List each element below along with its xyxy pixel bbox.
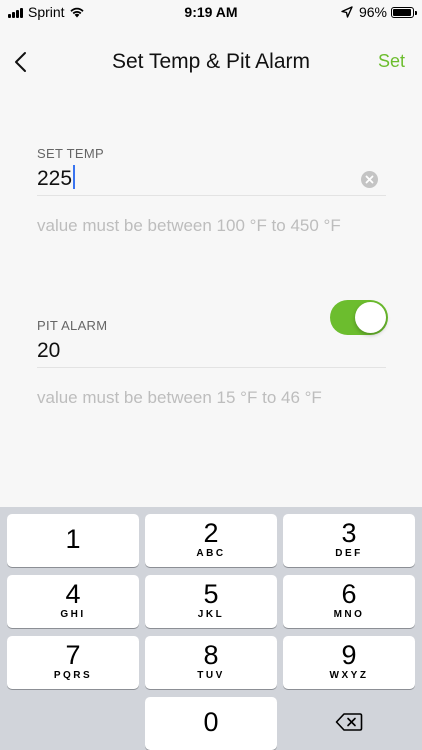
key-0[interactable]: 0 xyxy=(145,697,277,750)
key-digit: 7 xyxy=(65,640,81,670)
set-temp-hint: value must be between 100 °F to 450 °F xyxy=(37,216,341,235)
page-title: Set Temp & Pit Alarm xyxy=(111,50,311,73)
key-5[interactable]: 5 JKL xyxy=(145,575,277,628)
numeric-keypad: 1 2 ABC 3 DEF 4 GHI 5 JKL 6 MNO 7 PQRS 8… xyxy=(0,507,422,750)
set-temp-label: SET TEMP xyxy=(37,146,104,161)
key-letters: PQRS xyxy=(53,670,93,681)
backspace-icon xyxy=(335,713,363,731)
pit-alarm-value: 20 xyxy=(37,339,61,362)
key-digit: 3 xyxy=(341,518,357,548)
pit-alarm-field: PIT ALARM 20 value must be between 15 °F… xyxy=(37,300,388,408)
pit-alarm-hint: value must be between 15 °F to 46 °F xyxy=(37,388,322,407)
key-6[interactable]: 6 MNO xyxy=(283,575,415,628)
key-digit: 1 xyxy=(65,524,81,554)
clear-icon xyxy=(365,175,374,184)
set-temp-value: 225 xyxy=(37,167,73,190)
set-temp-value-wrap: 225 xyxy=(37,165,76,191)
key-2[interactable]: 2 ABC xyxy=(145,514,277,567)
key-8[interactable]: 8 TUV xyxy=(145,636,277,689)
battery-cap xyxy=(415,10,417,15)
delete-key[interactable] xyxy=(283,697,415,750)
key-digit: 9 xyxy=(341,640,357,670)
key-letters: ABC xyxy=(196,548,226,559)
key-digit: 8 xyxy=(203,640,219,670)
text-caret xyxy=(73,165,76,190)
key-letters: TUV xyxy=(197,670,225,681)
navigation-bar: Set Temp & Pit Alarm Set xyxy=(0,40,422,84)
key-letters: JKL xyxy=(197,609,225,620)
battery-percent: 96% xyxy=(358,4,387,20)
key-1[interactable]: 1 xyxy=(7,514,139,567)
key-3[interactable]: 3 DEF xyxy=(283,514,415,567)
key-letters: GHI xyxy=(60,609,86,620)
set-temp-input[interactable]: 225 xyxy=(37,161,386,196)
screen: Sprint 9:19 AM 96% Set Temp & Pit Alarm … xyxy=(0,0,422,750)
status-right: 96% xyxy=(341,4,417,20)
pit-alarm-toggle[interactable] xyxy=(330,300,388,335)
key-digit: 0 xyxy=(203,707,219,737)
set-temp-field: SET TEMP 225 value must be between 100 °… xyxy=(37,146,386,236)
clear-input-button[interactable] xyxy=(361,171,378,188)
key-digit: 5 xyxy=(203,579,219,609)
key-letters: DEF xyxy=(335,548,363,559)
key-4[interactable]: 4 GHI xyxy=(7,575,139,628)
key-letters: WXYZ xyxy=(329,670,369,681)
key-7[interactable]: 7 PQRS xyxy=(7,636,139,689)
key-digit: 6 xyxy=(341,579,357,609)
key-9[interactable]: 9 WXYZ xyxy=(283,636,415,689)
battery-fill xyxy=(393,8,412,16)
toggle-knob xyxy=(355,302,386,333)
battery-icon xyxy=(391,6,417,18)
location-arrow-icon xyxy=(341,6,353,18)
pit-alarm-input[interactable]: 20 xyxy=(37,333,386,368)
key-digit: 4 xyxy=(65,579,81,609)
key-letters: MNO xyxy=(333,609,365,620)
key-digit: 2 xyxy=(203,518,219,548)
set-button[interactable]: Set xyxy=(378,51,405,72)
status-bar: Sprint 9:19 AM 96% xyxy=(0,0,422,24)
